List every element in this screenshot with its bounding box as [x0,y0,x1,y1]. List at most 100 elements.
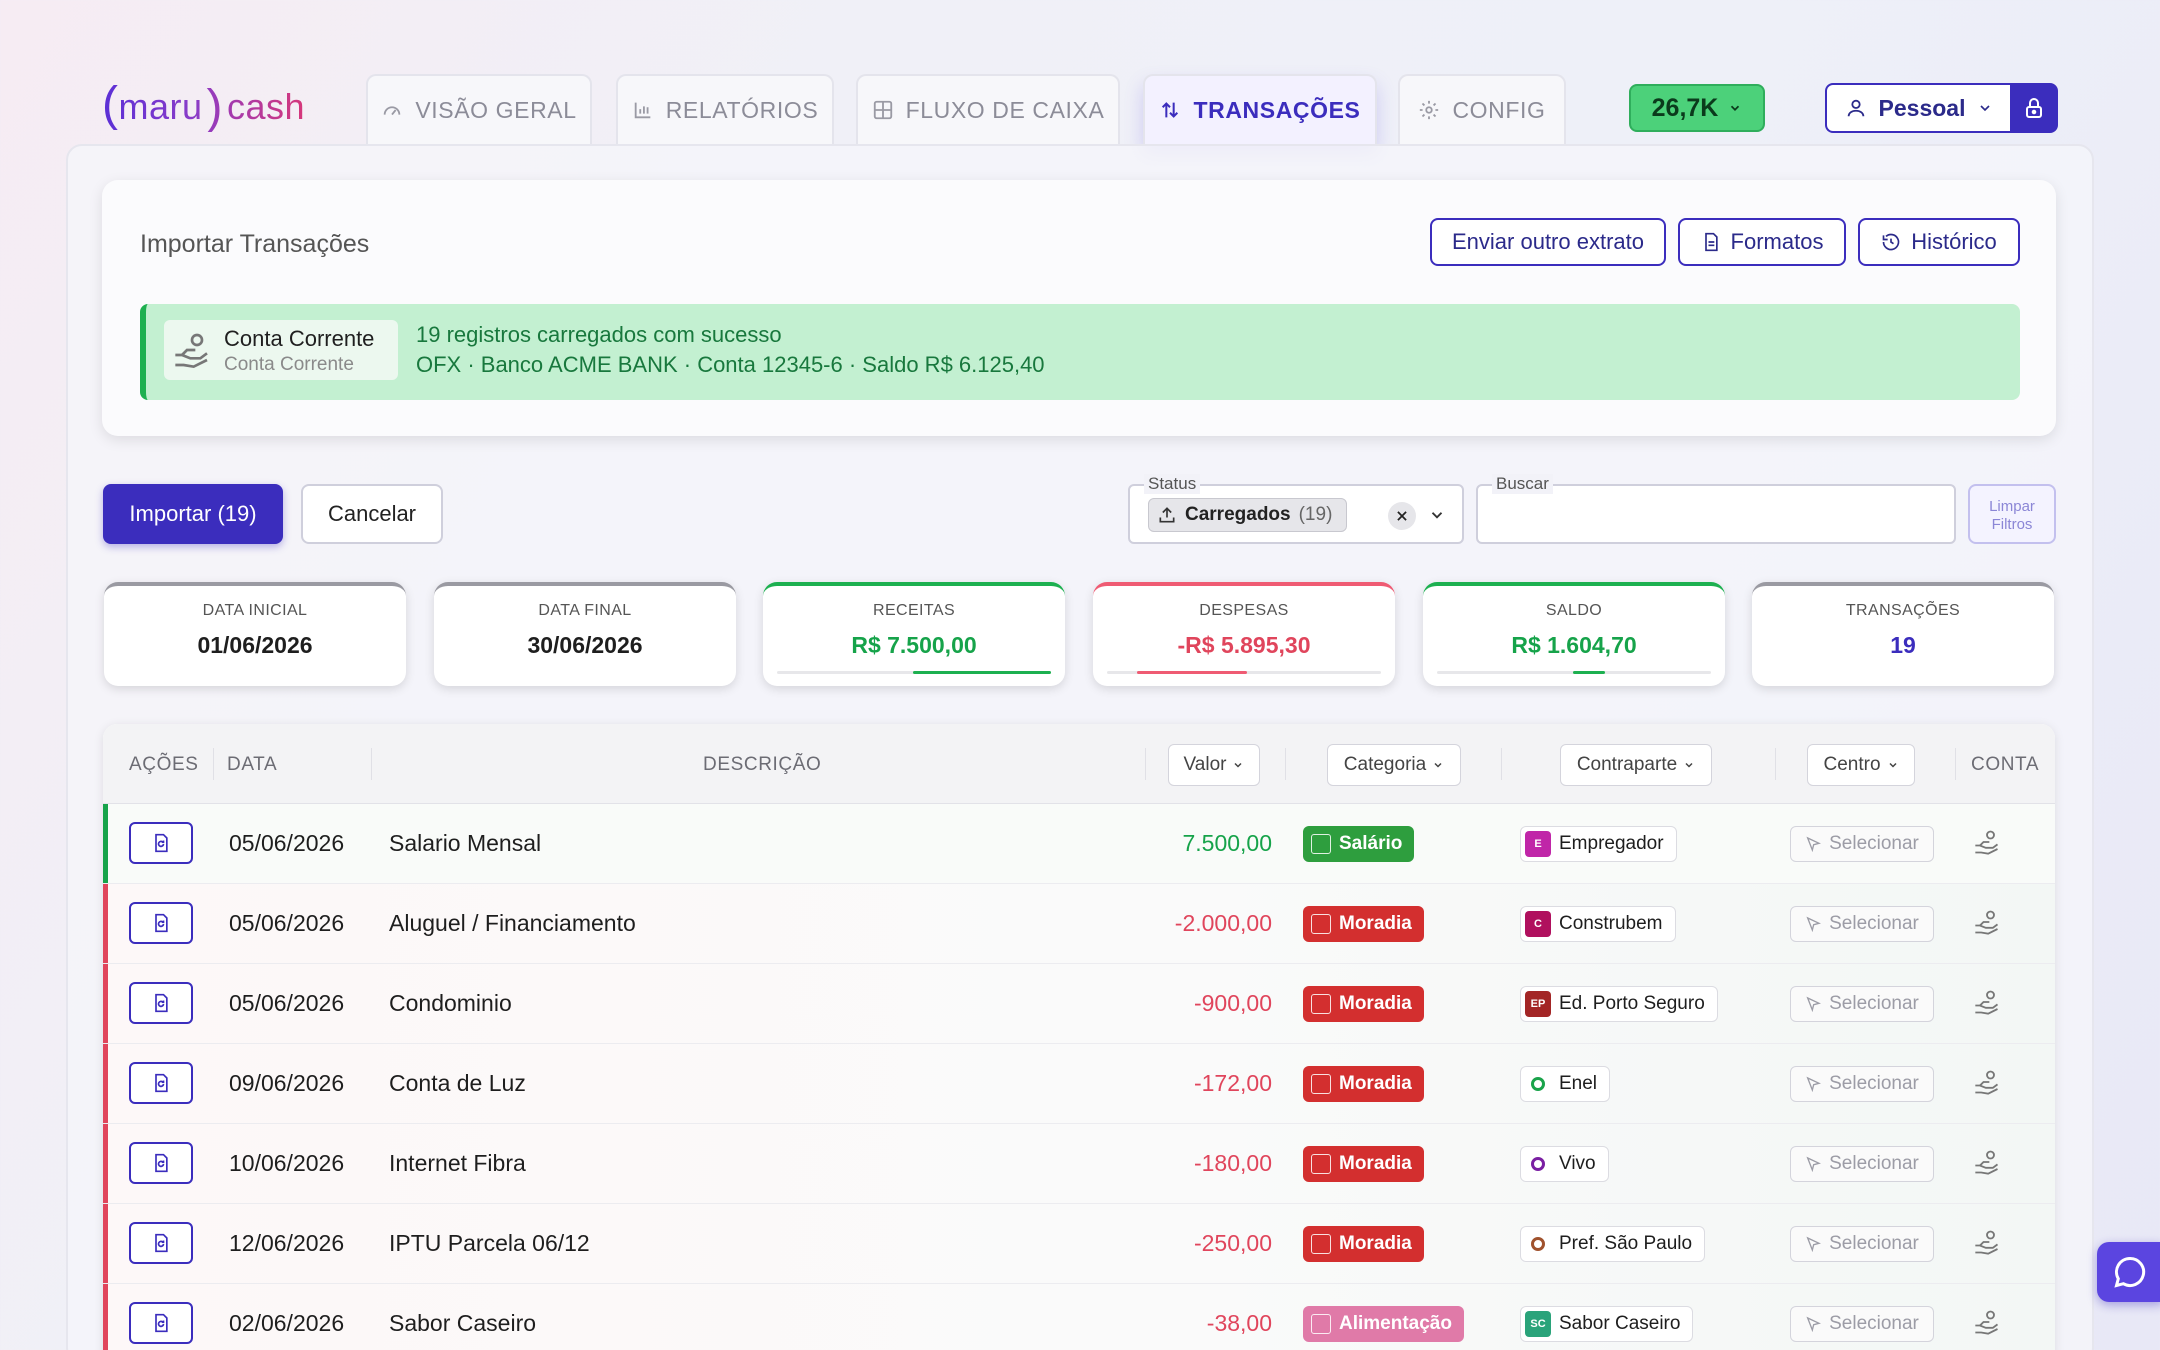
lock-button[interactable] [2010,83,2058,133]
tab-relatorios[interactable]: RELATÓRIOS [616,74,834,144]
row-action-button[interactable] [129,1062,193,1104]
sort-valor-button[interactable]: Valor [1168,744,1260,786]
cursor-icon [1806,916,1822,932]
send-other-statement-button[interactable]: Enviar outro extrato [1430,218,1666,266]
header-data: DATA [227,754,278,775]
center-select-button[interactable]: Selecionar [1790,906,1934,942]
counterparty-badge[interactable]: Vivo [1520,1146,1609,1182]
counterparty-badge[interactable]: Enel [1520,1066,1611,1102]
cursor-icon [1806,996,1822,1012]
row-action-button[interactable] [129,1302,193,1344]
tab-transacoes[interactable]: TRANSAÇÕES [1143,74,1377,144]
center-select-button[interactable]: Selecionar [1790,1226,1934,1262]
table-row[interactable]: 09/06/2026 Conta de Luz -172,00 Moradia … [103,1044,2055,1124]
chevron-down-icon [1731,105,1740,111]
vivo-logo-icon [1531,1157,1545,1171]
row-description: Conta de Luz [389,1070,526,1096]
filter-categoria-button[interactable]: Categoria [1327,744,1461,786]
hand-coin-icon[interactable] [1973,1068,2001,1096]
chevron-down-icon [1888,762,1897,768]
sp-crest-icon [1531,1237,1545,1251]
import-card: Importar Transações Enviar outro extrato… [102,180,2056,436]
category-badge[interactable]: Moradia [1303,1146,1424,1182]
tab-visao-geral[interactable]: VISÃO GERAL [366,74,592,144]
lock-icon [2026,98,2042,118]
center-select-button[interactable]: Selecionar [1790,1306,1934,1342]
cursor-icon [1806,1156,1822,1172]
import-button[interactable]: Importar (19) [103,484,283,544]
table-row[interactable]: 05/06/2026 Aluguel / Financiamento -2.00… [103,884,2055,964]
profile-dropdown[interactable]: Pessoal [1825,83,2011,133]
enel-logo-icon [1531,1077,1545,1091]
app-logo[interactable]: ( maru ) cash [102,82,305,132]
table-row[interactable]: 05/06/2026 Salario Mensal 7.500,00 Salár… [103,804,2055,884]
filter-centro-button[interactable]: Centro [1807,744,1915,786]
counterparty-badge[interactable]: E Empregador [1520,826,1677,862]
center-select-button[interactable]: Selecionar [1790,1146,1934,1182]
row-date: 02/06/2026 [229,1310,345,1336]
category-badge[interactable]: Alimentação [1303,1306,1464,1342]
row-action-button[interactable] [129,902,193,944]
center-select-button[interactable]: Selecionar [1790,1066,1934,1102]
clear-status-button[interactable] [1388,502,1416,530]
formats-button[interactable]: Formatos [1678,218,1846,266]
cursor-icon [1806,1236,1822,1252]
counterparty-badge[interactable]: Pref. São Paulo [1520,1226,1706,1262]
table-row[interactable]: 12/06/2026 IPTU Parcela 06/12 -250,00 Mo… [103,1204,2055,1284]
center-select-button[interactable]: Selecionar [1790,826,1934,862]
center-select-button[interactable]: Selecionar [1790,986,1934,1022]
logo-right: cash [227,86,306,127]
row-description: IPTU Parcela 06/12 [389,1230,590,1256]
table-row[interactable]: 02/06/2026 Sabor Caseiro -38,00 Alimenta… [103,1284,2055,1350]
balance-dropdown[interactable]: 26,7K [1629,84,1765,132]
category-badge[interactable]: Moradia [1303,1066,1424,1102]
money-icon [1311,834,1331,854]
chat-button[interactable] [2097,1242,2160,1302]
filter-contraparte-button[interactable]: Contraparte [1560,744,1712,786]
table-row[interactable]: 10/06/2026 Internet Fibra -180,00 Moradi… [103,1124,2055,1204]
row-action-button[interactable] [129,1142,193,1184]
hand-coin-icon[interactable] [1973,908,2001,936]
row-description: Salario Mensal [389,830,542,856]
header-acoes: AÇÕES [129,754,199,775]
status-label: Status [1144,474,1201,494]
cancel-button[interactable]: Cancelar [301,484,443,544]
search-input[interactable]: Buscar [1476,474,1956,544]
counterparty-badge[interactable]: EP Ed. Porto Seguro [1520,986,1718,1022]
counterparty-badge[interactable]: C Construbem [1520,906,1676,942]
history-button[interactable]: Histórico [1858,218,2020,266]
row-value: -172,00 [1193,1070,1272,1096]
row-value: -900,00 [1193,990,1272,1016]
stat-end-date: DATA FINAL 30/06/2026 [434,582,736,686]
row-value: 7.500,00 [1182,830,1272,856]
category-badge[interactable]: Moradia [1303,1226,1424,1262]
cursor-icon [1806,1076,1822,1092]
row-action-button[interactable] [129,822,193,864]
hand-coin-icon[interactable] [1973,828,2001,856]
hand-coin-icon[interactable] [1973,1148,2001,1176]
row-action-button[interactable] [129,1222,193,1264]
row-description: Internet Fibra [389,1150,526,1176]
row-value: -250,00 [1193,1230,1272,1256]
stat-income: RECEITAS R$ 7.500,00 [763,582,1065,686]
hand-coin-icon[interactable] [1973,988,2001,1016]
tab-fluxo-de-caixa[interactable]: FLUXO DE CAIXA [856,74,1120,144]
category-badge[interactable]: Moradia [1303,906,1424,942]
row-action-button[interactable] [129,982,193,1024]
category-badge[interactable]: Salário [1303,826,1415,862]
counterparty-avatar [1525,1231,1551,1257]
row-accent [103,804,108,883]
stat-balance: SALDO R$ 1.604,70 [1423,582,1725,686]
table-row[interactable]: 05/06/2026 Condominio -900,00 Moradia EP… [103,964,2055,1044]
category-badge[interactable]: Moradia [1303,986,1424,1022]
search-label: Buscar [1492,474,1553,494]
clear-filters-button[interactable]: Limpar Filtros [1968,484,2056,544]
hand-coin-icon[interactable] [1973,1308,2001,1336]
stat-expenses: DESPESAS -R$ 5.895,30 [1093,582,1395,686]
status-chip[interactable]: Carregados (19) [1148,498,1348,532]
tab-config[interactable]: CONFIG [1398,74,1566,144]
hand-coin-icon[interactable] [1973,1228,2001,1256]
row-accent [103,964,108,1043]
counterparty-badge[interactable]: SC Sabor Caseiro [1520,1306,1694,1342]
status-select[interactable]: Status Carregados (19) [1128,474,1464,544]
